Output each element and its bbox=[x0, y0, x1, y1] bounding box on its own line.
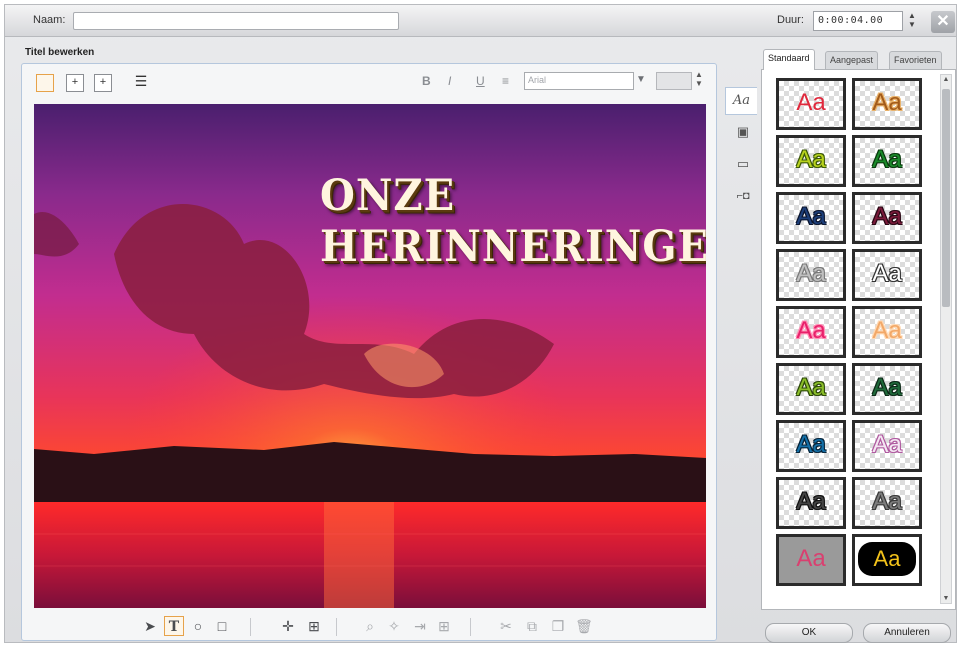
toolbar-divider bbox=[336, 618, 337, 636]
style-swatch-label: Aa bbox=[796, 431, 826, 458]
style-swatch[interactable]: Aa bbox=[776, 420, 846, 472]
toolbar-divider bbox=[250, 618, 251, 636]
align-tool-icon[interactable]: ⊞ bbox=[304, 616, 324, 636]
style-swatch[interactable]: Aa bbox=[776, 249, 846, 301]
grid-icon[interactable]: ⊞ bbox=[434, 616, 454, 636]
duration-input[interactable]: 0:00:04.00 bbox=[813, 11, 903, 31]
style-swatch-label: Aa bbox=[872, 260, 902, 287]
font-select[interactable]: Arial bbox=[524, 72, 634, 90]
toolbar-divider bbox=[470, 618, 471, 636]
preview-canvas[interactable]: ONZE HERINNERINGEN bbox=[34, 104, 706, 608]
name-input[interactable] bbox=[73, 12, 399, 30]
style-grid: Aa Aa Aa Aa Aa Aa Aa Aa Aa Aa Aa Aa Aa Aa Aa Aa Aa Aa ▲ ▼ bbox=[761, 69, 956, 610]
style-swatch-label: Aa bbox=[796, 488, 826, 515]
text-tool-icon[interactable]: T bbox=[164, 616, 184, 636]
rectangle-tool-icon[interactable]: □ bbox=[212, 616, 232, 636]
font-size-input[interactable] bbox=[656, 72, 692, 90]
style-swatch-label: Aa bbox=[796, 260, 826, 287]
style-swatch[interactable]: Aa bbox=[776, 363, 846, 415]
style-swatch-label: Aa bbox=[872, 317, 902, 344]
style-swatch-label: Aa bbox=[872, 374, 902, 401]
style-swatch-label: Aa bbox=[796, 146, 826, 173]
style-swatch[interactable]: Aa bbox=[776, 78, 846, 130]
name-label: Naam: bbox=[33, 14, 66, 26]
style-swatch-label: Aa bbox=[872, 146, 902, 173]
style-swatch-label: Aa bbox=[796, 89, 826, 116]
editor-panel: + + ☰ B I U ≡ Arial ▼ ▲ ▼ ONZE HERINNERI… bbox=[21, 63, 717, 641]
editor-bottom-toolbar: ➤ T ○ □ ✛ ⊞ ⌕ ✧ ⇥ ⊞ ✂ ⧉ ❐ 🗑 bbox=[22, 612, 716, 640]
camera-icon[interactable]: ⌐◘ bbox=[727, 183, 759, 211]
blank-page-icon[interactable] bbox=[36, 74, 54, 92]
style-panel: Standaard Aangepast Favorieten Aa Aa Aa Aa A… bbox=[761, 49, 956, 610]
scroll-down-icon[interactable]: ▼ bbox=[941, 595, 951, 602]
style-swatch-label: Aa bbox=[872, 203, 902, 230]
scroll-thumb[interactable] bbox=[942, 89, 950, 307]
group-icon[interactable]: ⌕ bbox=[360, 616, 380, 636]
align-icon[interactable]: ≡ bbox=[502, 74, 509, 88]
ungroup-icon[interactable]: ✧ bbox=[384, 616, 404, 636]
cancel-button[interactable]: Annuleren bbox=[863, 623, 951, 643]
paste-icon[interactable]: ❐ bbox=[548, 616, 568, 636]
tab-aangepast[interactable]: Aangepast bbox=[825, 51, 879, 69]
underline-button[interactable]: U bbox=[476, 74, 485, 88]
style-swatch[interactable]: Aa bbox=[776, 477, 846, 529]
add-layer-icon[interactable]: + bbox=[66, 74, 84, 92]
frame-icon[interactable]: ▭ bbox=[727, 151, 759, 179]
copy-icon[interactable]: ⧉ bbox=[522, 616, 542, 636]
close-button[interactable]: ✕ bbox=[931, 11, 955, 33]
background-icon[interactable]: ▣ bbox=[727, 119, 759, 147]
style-swatch[interactable]: Aa bbox=[852, 534, 922, 586]
title-text-layer[interactable]: ONZE HERINNERINGEN bbox=[320, 170, 706, 272]
add-layer-alt-icon[interactable]: + bbox=[94, 74, 112, 92]
style-swatch-label: Aa bbox=[872, 89, 902, 116]
style-swatch[interactable]: Aa bbox=[776, 534, 846, 586]
font-size-spinner[interactable]: ▲ ▼ bbox=[695, 70, 703, 88]
style-swatch-label: Aa bbox=[872, 488, 902, 515]
duration-label: Duur: bbox=[777, 14, 804, 26]
ok-button[interactable]: OK bbox=[765, 623, 853, 643]
style-swatch-label: Aa bbox=[796, 317, 826, 344]
top-bar: Naam: Duur: 0:00:04.00 ▲ ▼ ✕ bbox=[5, 5, 956, 37]
style-swatch[interactable]: Aa bbox=[776, 135, 846, 187]
style-swatch[interactable]: Aa bbox=[852, 306, 922, 358]
title-editor-window: Naam: Duur: 0:00:04.00 ▲ ▼ ✕ Titel bewerk… bbox=[4, 4, 957, 643]
duration-spinner[interactable]: ▲ ▼ bbox=[905, 11, 919, 31]
bold-button[interactable]: B bbox=[422, 74, 431, 88]
style-swatch-label: Aa bbox=[858, 542, 916, 576]
style-swatch-label: Aa bbox=[796, 203, 826, 230]
style-scrollbar[interactable]: ▲ ▼ bbox=[940, 74, 952, 604]
style-swatch-label: Aa bbox=[872, 431, 902, 458]
style-swatch[interactable]: Aa bbox=[852, 477, 922, 529]
style-swatch[interactable]: Aa bbox=[852, 192, 922, 244]
style-swatch[interactable]: Aa bbox=[852, 420, 922, 472]
style-swatch[interactable]: Aa bbox=[852, 363, 922, 415]
scroll-up-icon[interactable]: ▲ bbox=[941, 76, 951, 83]
tab-favorieten[interactable]: Favorieten bbox=[889, 51, 942, 69]
pointer-icon[interactable]: ➤ bbox=[140, 616, 160, 636]
style-swatch[interactable]: Aa bbox=[852, 135, 922, 187]
distribute-icon[interactable]: ⇥ bbox=[410, 616, 430, 636]
style-tabs: Standaard Aangepast Favorieten bbox=[761, 49, 956, 70]
style-swatch[interactable]: Aa bbox=[776, 192, 846, 244]
style-swatch-label: Aa bbox=[796, 545, 826, 572]
chevron-down-icon[interactable]: ▼ bbox=[636, 74, 646, 85]
style-swatch[interactable]: Aa bbox=[852, 249, 922, 301]
style-swatch[interactable]: Aa bbox=[776, 306, 846, 358]
text-style-icon[interactable]: Aa bbox=[725, 87, 757, 115]
move-icon[interactable]: ✛ bbox=[278, 616, 298, 636]
style-swatch-label: Aa bbox=[796, 374, 826, 401]
style-swatch[interactable]: Aa bbox=[852, 78, 922, 130]
editor-toolbar: + + ☰ B I U ≡ Arial ▼ ▲ ▼ bbox=[22, 64, 716, 98]
text-settings-icon[interactable]: ☰ bbox=[132, 74, 150, 92]
delete-icon[interactable]: 🗑 bbox=[574, 616, 594, 636]
ellipse-tool-icon[interactable]: ○ bbox=[188, 616, 208, 636]
italic-button[interactable]: I bbox=[448, 74, 451, 88]
cut-icon[interactable]: ✂ bbox=[496, 616, 516, 636]
tab-standaard[interactable]: Standaard bbox=[763, 49, 815, 70]
section-title: Titel bewerken bbox=[25, 47, 95, 58]
